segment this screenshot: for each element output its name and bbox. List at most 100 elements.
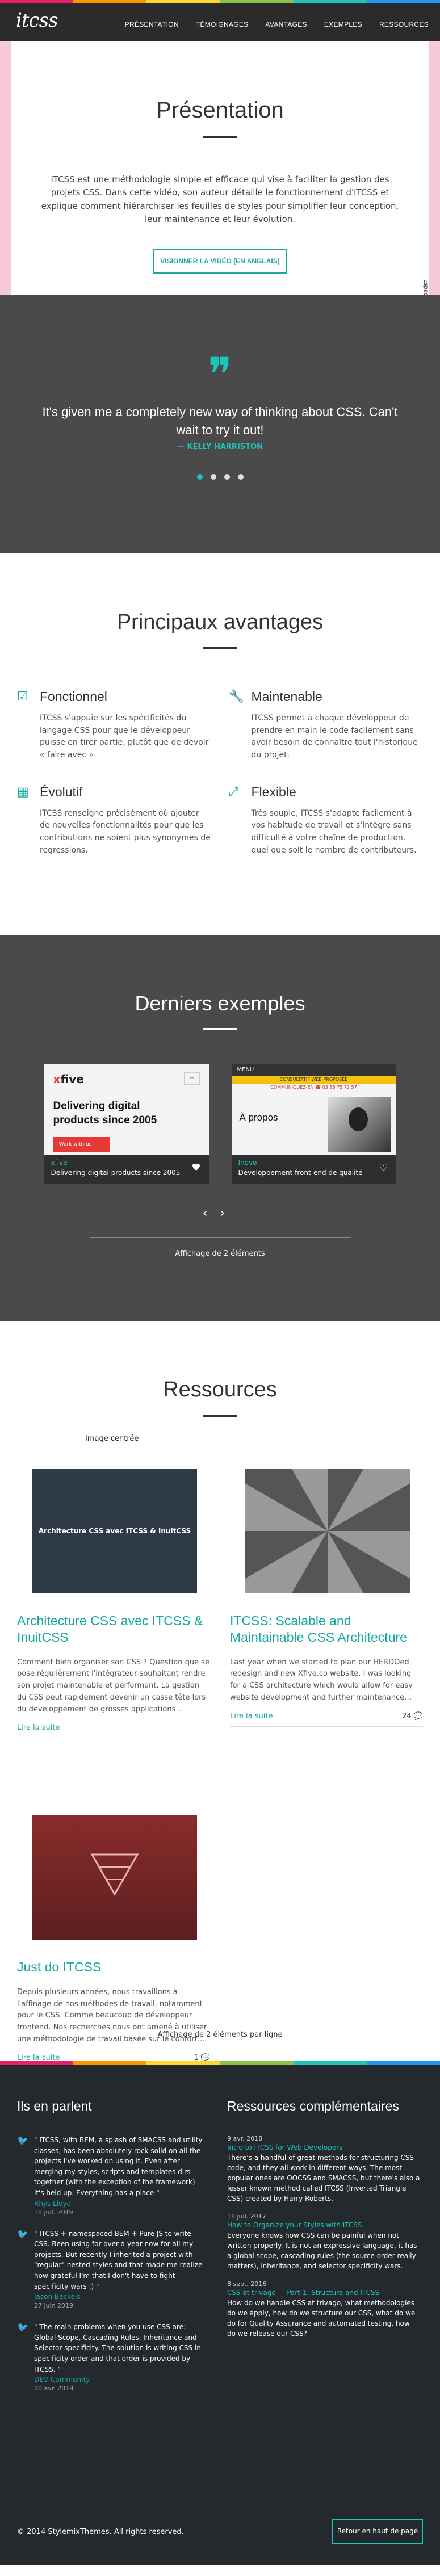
card-caption: xfive Delivering digital products since …: [44, 1155, 209, 1184]
resource-item: ITCSS: Scalable and Maintainable CSS Arc…: [230, 1469, 423, 1727]
twitter-icon: 🐦: [17, 2135, 28, 2146]
site-header: itcss PRÉSENTATION TÉMOIGNAGES AVANTAGES…: [0, 0, 440, 41]
hamburger-icon: ≡: [183, 1072, 200, 1085]
tweet-date: 18 juil. 2019: [34, 2208, 73, 2216]
nav-ressources[interactable]: RESSOURCES: [379, 20, 429, 28]
carousel-arrows: ‹›: [0, 1206, 440, 1220]
nav-avantages[interactable]: AVANTAGES: [265, 20, 307, 28]
slider-dot-4[interactable]: [237, 473, 244, 480]
resource-image[interactable]: [32, 1815, 197, 1940]
resource-image[interactable]: Architecture CSS avec ITCSS & InuitCSS: [32, 1469, 197, 1593]
thumbnail-button: Work with us: [53, 1137, 110, 1152]
link-date: 9 avr. 2018: [227, 2135, 263, 2142]
resources-section: Ressources Image centrée Architecture CS…: [0, 1321, 440, 2069]
nav-presentation[interactable]: PRÉSENTATION: [125, 20, 179, 28]
advantage-item: ☑ Fonctionnel ITCSS s'appuie sur les spé…: [17, 689, 212, 762]
slider-dot-1[interactable]: [196, 473, 203, 480]
resources-title: Ressources: [163, 1378, 277, 1402]
slider-dot-3[interactable]: [224, 473, 230, 480]
resource-text: Last year when we started to plan our HE…: [230, 1658, 413, 1702]
resources-count: Affichage de 2 éléments par ligne: [157, 2030, 283, 2039]
resource-item: Architecture CSS avec ITCSS & InuitCSS A…: [17, 1469, 210, 1739]
read-more-link[interactable]: Lire la suite: [230, 1712, 273, 1721]
chevron-right-icon[interactable]: ›: [220, 1206, 238, 1220]
link-title[interactable]: CSS at trivago — Part 1: Structure and I…: [227, 2289, 420, 2297]
title-underline: [203, 647, 237, 649]
presentation-section: Espace : 30px Espace : 30px Présentation…: [0, 41, 440, 336]
testimonial-slider: ❞ It's given me a completely new way of …: [0, 295, 440, 553]
tweet-date: 20 avr. 2019: [34, 2385, 74, 2393]
example-thumbnail: xfive ≡ Delivering digital products sinc…: [44, 1064, 209, 1155]
heart-icon[interactable]: ♥: [191, 1162, 200, 1174]
testimonial-quote: It's given me a completely new way of th…: [42, 405, 398, 437]
watch-video-button[interactable]: VISIONNER LA VIDÉO (EN ANGLAIS): [153, 249, 287, 274]
chevron-left-icon[interactable]: ‹: [203, 1206, 220, 1220]
examples-title: Derniers exemples: [135, 992, 305, 1015]
tweet-author[interactable]: Rhys Lloyd: [34, 2200, 204, 2208]
tweet-item: 🐦 " The main problems when you use CSS a…: [17, 2322, 204, 2392]
thumbnail-headline: À propos: [239, 1112, 278, 1123]
card-name[interactable]: Inovo: [238, 1159, 389, 1167]
thumbnail-portrait: [328, 1097, 391, 1152]
title-underline: [203, 1415, 237, 1417]
color-stripe: [0, 0, 440, 3]
checklist-icon: ☑: [17, 690, 28, 704]
advantage-title: Fonctionnel: [40, 689, 107, 704]
tweet-text: " ITCSS, with BEM, a splash of SMACSS an…: [34, 2136, 203, 2197]
thumbnail-headline: Delivering digital products since 2005: [53, 1100, 157, 1126]
link-text: How do we handle CSS at trivago, what me…: [227, 2299, 416, 2338]
link-item: 18 juil. 2017 How to Organize your Style…: [227, 2213, 420, 2271]
slider-dots: [0, 473, 440, 480]
thumbnail-banner: CONSULTATIF WEB PROPOSÉE: [231, 1076, 396, 1084]
card-name[interactable]: xfive: [51, 1159, 202, 1167]
presentation-title: Présentation: [156, 98, 284, 123]
resource-text: Comment bien organiser son CSS ? Questio…: [17, 1658, 209, 1714]
thumbnail-menu: MENU: [231, 1064, 396, 1076]
card-description: Delivering digital products since 2005: [51, 1169, 181, 1177]
examples-section: Derniers exemples xfive ≡ Delivering dig…: [0, 935, 440, 1321]
tweet-date: 27 juin 2019: [34, 2302, 74, 2310]
link-title[interactable]: Intro to ITCSS for Web Developers: [227, 2143, 420, 2151]
expand-icon: ⤢: [228, 784, 239, 799]
link-text: Everyone knows how CSS can be painful wh…: [227, 2231, 417, 2270]
link-date: 18 juil. 2017: [227, 2213, 266, 2220]
heart-icon[interactable]: ♡: [379, 1162, 388, 1174]
xfive-logo: xfive: [53, 1072, 84, 1086]
advantage-item: 🔧 Maintenable ITCSS permet à chaque déve…: [229, 689, 424, 762]
testimonial-author: — KELLY HARRISTON: [177, 442, 263, 451]
slider-dot-2[interactable]: [210, 473, 216, 480]
resource-title[interactable]: ITCSS: Scalable and Maintainable CSS Arc…: [230, 1613, 423, 1646]
title-underline: [203, 136, 237, 138]
back-to-top-button[interactable]: Retour en haut de page: [332, 2519, 423, 2544]
advantage-text: ITCSS renseigne précisément où ajouter d…: [40, 808, 211, 855]
advantage-title: Flexible: [251, 784, 296, 799]
advantages-title: Principaux avantages: [116, 610, 324, 634]
nav-exemples[interactable]: EXEMPLES: [324, 20, 362, 28]
wrench-icon: 🔧: [228, 690, 244, 704]
example-card[interactable]: MENU CONSULTATIF WEB PROPOSÉE COMMUNIQUE…: [231, 1064, 396, 1184]
tweet-item: 🐦 " ITCSS, with BEM, a splash of SMACSS …: [17, 2135, 204, 2216]
resource-image[interactable]: [245, 1469, 410, 1593]
advantage-item: ▦ Évolutif ITCSS renseigne précisément o…: [17, 784, 212, 857]
nav-temoignages[interactable]: TÉMOIGNAGES: [196, 20, 249, 28]
tweet-author[interactable]: Jason Beckels: [34, 2293, 204, 2301]
link-title[interactable]: How to Organize your Styles with ITCSS: [227, 2221, 420, 2229]
tweet-text: " The main problems when you use CSS are…: [34, 2323, 201, 2373]
comment-count: 24 💬: [402, 1711, 423, 1721]
advantage-text: ITCSS permet à chaque développeur de pre…: [251, 714, 418, 760]
quote-icon: ❞: [207, 348, 233, 401]
grid-icon: ▦: [17, 784, 29, 799]
title-underline: [203, 1028, 237, 1030]
site-logo[interactable]: itcss: [16, 9, 58, 32]
resource-title[interactable]: Architecture CSS avec ITCSS & InuitCSS: [17, 1613, 210, 1646]
examples-carousel: xfive ≡ Delivering digital products sinc…: [0, 1064, 440, 1184]
resource-footer: Lire la suite 24 💬: [230, 1712, 423, 1727]
advantage-text: Très souple, ITCSS s'adapte facilement à…: [251, 808, 417, 855]
tweet-author[interactable]: DEV Community: [34, 2376, 204, 2384]
example-card[interactable]: xfive ≡ Delivering digital products sinc…: [44, 1064, 209, 1184]
resource-title[interactable]: Just do ITCSS: [17, 1959, 210, 1975]
examples-count: Affichage de 2 éléments: [89, 1237, 351, 1258]
example-thumbnail: MENU CONSULTATIF WEB PROPOSÉE COMMUNIQUE…: [231, 1064, 396, 1155]
links-title: Ressources complémentaires: [227, 2099, 399, 2113]
read-more-link[interactable]: Lire la suite: [17, 1723, 60, 1732]
